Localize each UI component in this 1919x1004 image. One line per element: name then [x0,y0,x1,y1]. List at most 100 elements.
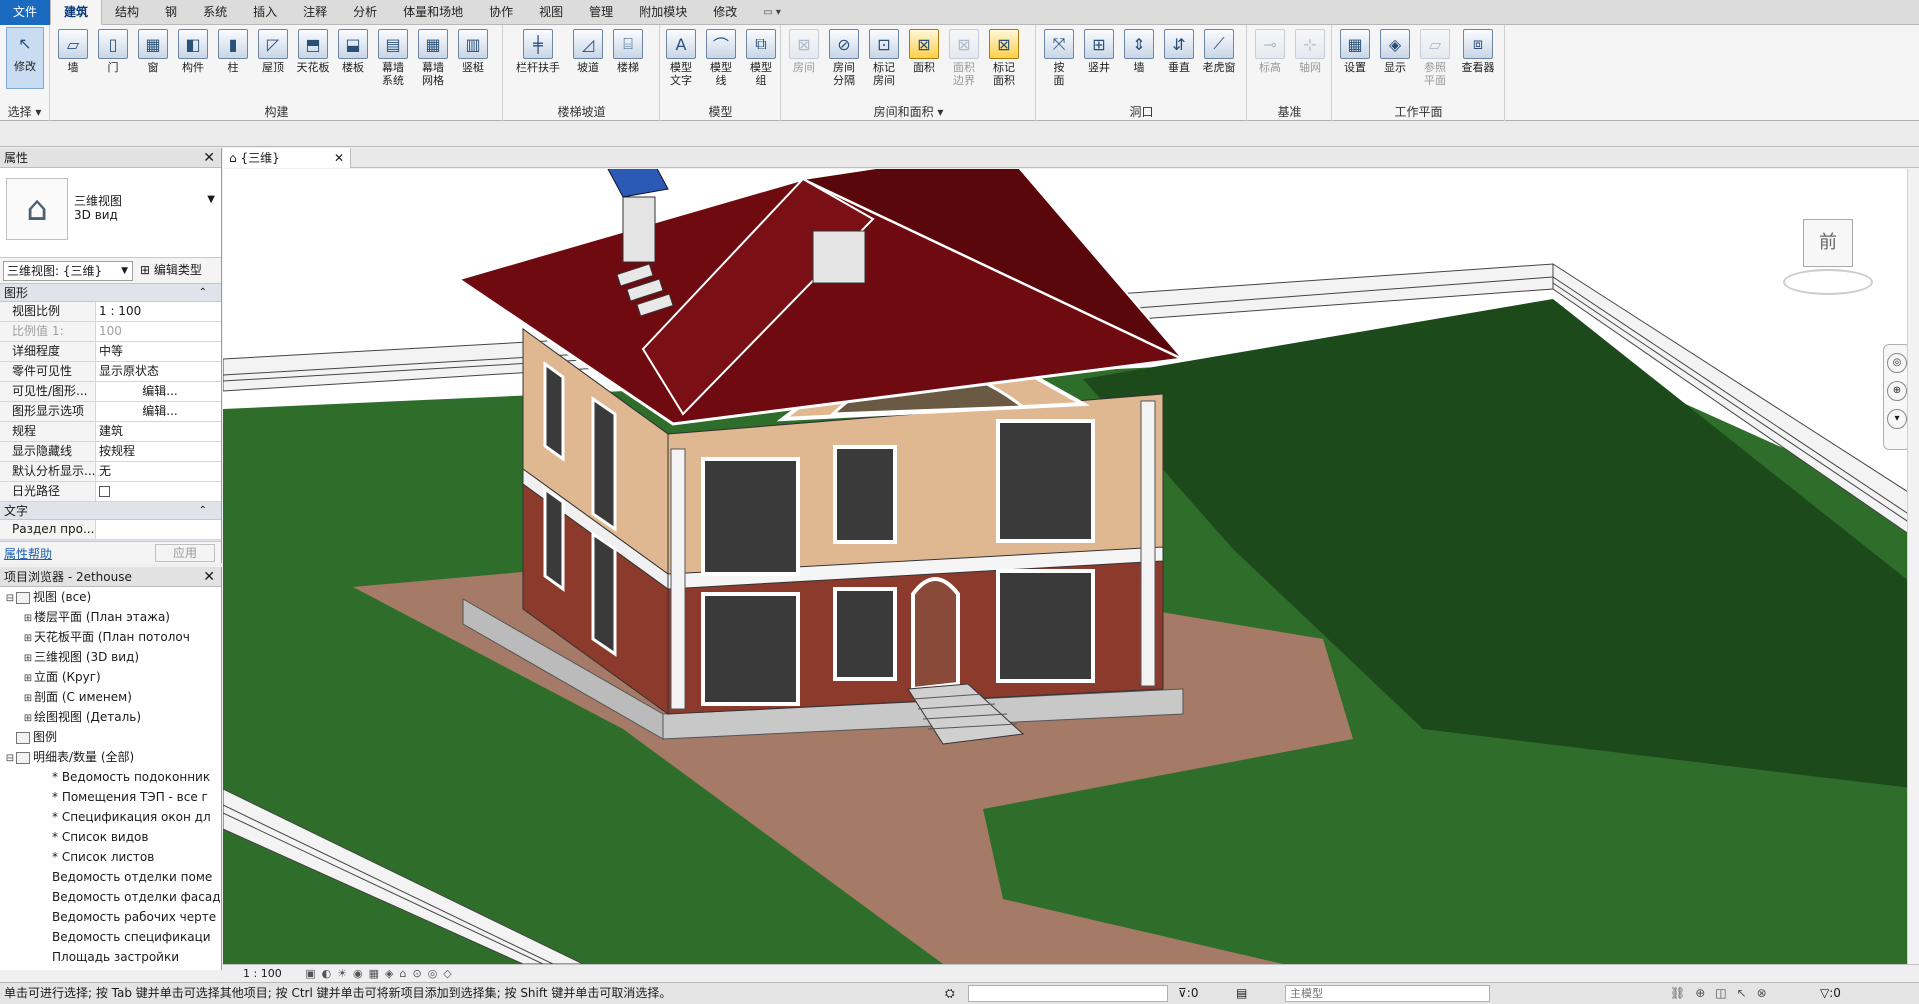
browser-tree-item[interactable]: Ведомость отделки поме [0,867,221,887]
tab-addins[interactable]: 附加模块 [626,0,700,25]
dormer-button[interactable]: ⟋ 老虎窗 [1199,29,1239,74]
stair-button[interactable]: ⌸ 楼梯 [608,29,648,74]
property-value[interactable]: 建筑 [96,422,221,441]
sun-path-checkbox[interactable] [96,482,221,501]
tab-structure[interactable]: 结构 [102,0,152,25]
property-row[interactable]: 显示隐藏线 按规程 [0,442,221,462]
browser-tree-item[interactable]: * Список листов [0,847,221,867]
panel-room-area-title[interactable]: 房间和面积 ▾ [782,103,1035,119]
mullion-button[interactable]: ▥ 竖梃 [453,29,493,74]
zoom-icon[interactable]: ⊕ [1887,381,1907,401]
property-row[interactable]: 视图比例 1 : 100 [0,302,221,322]
property-value[interactable]: 按规程 [96,442,221,461]
browser-tree-item[interactable]: 图例 [0,727,221,747]
modify-button[interactable]: ↖ 修改 [6,27,44,89]
shaft-button[interactable]: ⊞ 竖井 [1079,29,1119,74]
roof-button[interactable]: ◸ 屋顶 [253,29,293,74]
window-button[interactable]: ▦ 窗 [133,29,173,74]
property-row[interactable]: 规程 建筑 [0,422,221,442]
column-button[interactable]: ▮ 柱 [213,29,253,74]
view-scale[interactable]: 1 : 100 [243,967,282,980]
viewer-button[interactable]: ⧈ 查看器 [1455,29,1501,74]
model-group-button[interactable]: ⧉ 模型 组 [741,29,781,87]
steering-wheel-icon[interactable]: ◎ [1887,353,1907,373]
edit-type-button[interactable]: ⊞ 编辑类型 [140,261,202,281]
expand-icon[interactable]: ⊞ [22,649,34,667]
property-row[interactable]: 日光路径 [0,482,221,502]
curtain-grid-button[interactable]: ▦ 幕墙 网格 [413,29,453,87]
ref-plane-button[interactable]: ▱ 参照 平面 [1415,29,1455,87]
tab-architecture[interactable]: 建筑 [50,0,103,25]
expand-icon[interactable]: ⊞ [22,689,34,707]
vertical-opening-button[interactable]: ⇵ 垂直 [1159,29,1199,74]
3d-model-scene[interactable] [223,169,1919,964]
browser-tree-item[interactable]: ⊟ 明细表/数量 (全部) [0,747,221,767]
type-selector[interactable]: ⌂ 三维视图 3D вид ▼ [0,168,221,258]
property-value[interactable] [96,520,221,539]
chevron-down-icon[interactable]: ▼ [207,194,215,205]
properties-help-link[interactable]: 属性帮助 [4,545,52,562]
viewcube-ring[interactable] [1783,269,1873,295]
close-icon[interactable]: ✕ [203,148,215,168]
property-value[interactable]: 显示原状态 [96,362,221,381]
property-value[interactable]: 编辑... [96,402,221,421]
model-line-button[interactable]: ⌒ 模型 线 [701,29,741,87]
wall-opening-button[interactable]: ⇕ 墙 [1119,29,1159,74]
property-row[interactable]: 零件可见性 显示原状态 [0,362,221,382]
apply-button[interactable]: 应用 [155,544,215,562]
browser-tree-item[interactable]: * Ведомость подоконник [0,767,221,787]
tag-area-button[interactable]: ⊠ 标记 面积 [984,29,1024,87]
area-boundary-button[interactable]: ⊠ 面积 边界 [944,29,984,87]
component-button[interactable]: ◧ 构件 [173,29,213,74]
tab-massing-site[interactable]: 体量和场地 [390,0,476,25]
viewcube-front-face[interactable]: 前 [1803,219,1853,267]
railing-button[interactable]: ╪ 栏杆扶手 [512,29,564,74]
property-row[interactable]: 比例值 1: 100 [0,322,221,342]
browser-tree-item[interactable]: * Помещения ТЭП - все г [0,787,221,807]
3d-viewport[interactable]: 前 ◎ ⊕ ▾ [223,169,1919,964]
browser-tree-item[interactable]: ⊞ 三维视图 (3D вид) [0,647,221,667]
browser-tree-item[interactable]: ⊞ 楼层平面 (План этажа) [0,607,221,627]
vertical-scrollbar[interactable] [1907,169,1919,964]
tab-systems[interactable]: 系统 [190,0,240,25]
tab-modify[interactable]: 修改 [700,0,750,25]
browser-tree-item[interactable]: ⊞ 剖面 (С именем) [0,687,221,707]
group-text[interactable]: 文字 ⌃ [0,502,221,520]
browser-tree-item[interactable]: ⊞ 天花板平面 (План потолоч [0,627,221,647]
tab-collaborate[interactable]: 协作 [476,0,526,25]
grid-button[interactable]: ⊹ 轴网 [1290,29,1330,74]
viewcube[interactable]: 前 [1773,209,1883,299]
expand-icon[interactable]: ⊞ [22,609,34,627]
property-value[interactable]: 中等 [96,342,221,361]
selection-toggle-icons[interactable]: ⛓⊕◫↖⊗ [1670,983,1777,1004]
property-row[interactable]: 图形显示选项 编辑... [0,402,221,422]
tab-view[interactable]: 视图 [526,0,576,25]
room-button[interactable]: ⊠ 房间 [784,29,824,74]
curtain-system-button[interactable]: ▤ 幕墙 系统 [373,29,413,87]
tab-file[interactable]: 文件 [0,0,51,25]
browser-tree-item[interactable]: ⊟ 视图 (все) [0,587,221,607]
browser-tree-item[interactable]: * Спецификация окон дл [0,807,221,827]
view-instance-dropdown[interactable]: 三维视图: {三维} ▼ [3,261,133,281]
zoom-extents-icon[interactable]: ▾ [1887,409,1907,429]
view-tab-3d[interactable]: ⌂ {三维} ✕ [223,148,351,168]
expand-icon[interactable]: ⊞ [22,709,34,727]
design-option-dropdown[interactable]: 主模型 [1285,985,1490,1002]
select-dropdown[interactable]: 选择 ▾ [0,103,49,119]
close-icon[interactable]: ✕ [203,567,215,587]
tab-manage[interactable]: 管理 [576,0,626,25]
close-icon[interactable]: ✕ [334,148,344,168]
property-row[interactable]: 详细程度 中等 [0,342,221,362]
browser-tree-item[interactable]: Площадь застройки [0,947,221,967]
show-workplane-button[interactable]: ◈ 显示 [1375,29,1415,74]
browser-tree-item[interactable]: ⊞ 立面 (Круг) [0,667,221,687]
group-graphics[interactable]: 图形 ⌃ [0,284,221,302]
ramp-button[interactable]: ◿ 坡道 [568,29,608,74]
tab-analyze[interactable]: 分析 [340,0,390,25]
browser-tree-item[interactable]: Ведомость отделки фасад [0,887,221,907]
browser-tree-item[interactable]: Ведомость спецификаци [0,927,221,947]
collapse-icon[interactable]: ⊟ [4,589,16,607]
tab-steel[interactable]: 钢 [152,0,190,25]
property-value[interactable]: 1 : 100 [96,302,221,321]
tag-room-button[interactable]: ⊡ 标记 房间 [864,29,904,87]
